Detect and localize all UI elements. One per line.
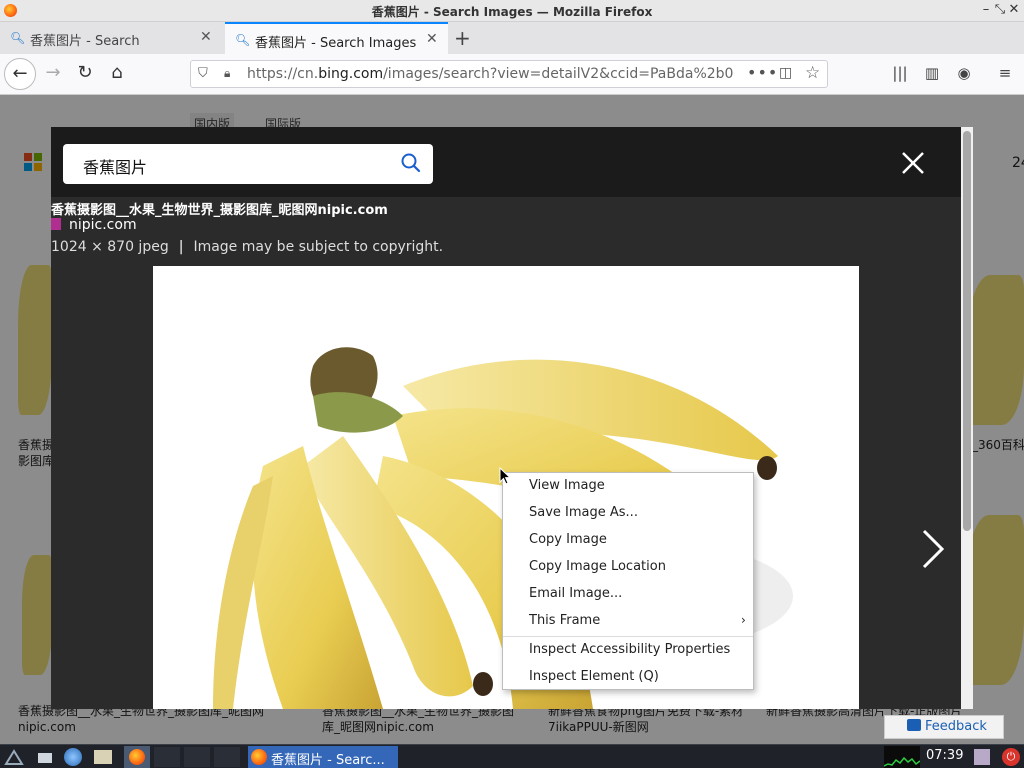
modal-search-input[interactable]: 香蕉图片: [63, 144, 433, 184]
new-tab-button[interactable]: +: [454, 26, 471, 50]
clock: 07:39: [926, 748, 964, 763]
power-icon[interactable]: ⏻: [1002, 748, 1020, 766]
menu-item-label: Save Image As...: [529, 505, 638, 520]
tray-icon[interactable]: [974, 749, 990, 765]
pocket-icon[interactable]: ◫: [779, 65, 792, 81]
tab-search[interactable]: 🔍︎ 香蕉图片 - Search ✕: [0, 22, 224, 54]
sidebar-icon[interactable]: ▥: [921, 64, 943, 82]
site-favicon-icon: [51, 218, 61, 230]
menu-item-label: Inspect Accessibility Properties: [529, 642, 731, 657]
menu-item-label: Copy Image Location: [529, 559, 666, 574]
home-button[interactable]: ⌂: [105, 62, 129, 83]
menu-item-label: Email Image...: [529, 586, 623, 601]
close-tab-icon[interactable]: ✕: [200, 29, 212, 45]
system-taskbar: 香蕉图片 - Searc... 07:39 ⏻: [0, 744, 1024, 768]
url-text[interactable]: https://cn.bing.com/images/search?view=d…: [247, 66, 747, 82]
window-title: 香蕉图片 - Search Images — Mozilla Firefox: [371, 5, 653, 19]
url-bar[interactable]: ⛉ 🔒︎ https://cn.bing.com/images/search?v…: [190, 60, 828, 88]
lock-icon[interactable]: 🔒︎: [224, 66, 230, 81]
menu-item-label: View Image: [529, 478, 605, 493]
task-label: 香蕉图片 - Searc...: [271, 753, 385, 768]
mouse-cursor-icon: [499, 467, 511, 485]
menu-item-label: This Frame: [529, 613, 601, 628]
menu-item-copy-image[interactable]: Copy Image: [503, 527, 753, 554]
app-launcher-icon[interactable]: [4, 747, 24, 767]
forward-button[interactable]: →: [41, 62, 65, 83]
window-titlebar: 香蕉图片 - Search Images — Mozilla Firefox –…: [0, 0, 1024, 22]
reload-button[interactable]: ↻: [73, 62, 97, 83]
library-icon[interactable]: |||: [889, 64, 911, 82]
feedback-button[interactable]: Feedback: [884, 715, 1004, 739]
close-icon[interactable]: [897, 147, 929, 179]
navigation-toolbar: ← → ↻ ⌂ ⛉ 🔒︎ https://cn.bing.com/images/…: [0, 54, 1024, 95]
vertical-scrollbar[interactable]: [961, 127, 973, 709]
web-browser-icon[interactable]: [64, 748, 82, 766]
workspace-1[interactable]: [154, 747, 180, 767]
show-desktop-icon[interactable]: [38, 753, 52, 763]
close-window-icon[interactable]: ✕: [1006, 2, 1022, 17]
workspace-2[interactable]: [184, 747, 210, 767]
image-dimensions: 1024 × 870 jpeg: [51, 239, 169, 255]
menu-icon[interactable]: ≡: [994, 64, 1016, 82]
copyright-notice: Image may be subject to copyright.: [193, 239, 444, 255]
search-icon: 🔍︎: [235, 33, 251, 47]
menu-item-inspect-accessibility[interactable]: Inspect Accessibility Properties: [503, 637, 753, 664]
tab-strip: 🔍︎ 香蕉图片 - Search ✕ 🔍︎ 香蕉图片 - Search Imag…: [0, 22, 1024, 54]
search-icon: 🔍︎: [10, 31, 26, 45]
image-info: 1024 × 870 jpeg | Image may be subject to …: [51, 239, 443, 255]
image-title[interactable]: 香蕉摄影图__水果_生物世界_摄影图库_昵图网nipic.com: [51, 199, 388, 218]
tracking-shield-icon[interactable]: ⛉: [198, 66, 208, 81]
firefox-launcher[interactable]: [124, 746, 150, 768]
search-query-text[interactable]: 香蕉图片: [83, 154, 147, 178]
close-tab-icon[interactable]: ✕: [426, 31, 438, 47]
menu-item-copy-image-location[interactable]: Copy Image Location: [503, 554, 753, 581]
tab-label: 香蕉图片 - Search Images: [255, 36, 417, 51]
info-separator: |: [178, 239, 184, 255]
search-icon[interactable]: [399, 151, 423, 175]
bookmark-star-icon[interactable]: ☆: [805, 63, 820, 83]
workspace-3[interactable]: [214, 747, 240, 767]
taskbar-firefox-window[interactable]: 香蕉图片 - Searc...: [248, 746, 398, 768]
tab-label: 香蕉图片 - Search: [30, 34, 140, 49]
scrollbar-thumb[interactable]: [963, 131, 971, 531]
firefox-icon: [129, 749, 145, 765]
feedback-label: Feedback: [925, 719, 987, 734]
cpu-monitor-graph: [883, 746, 921, 768]
menu-item-view-image[interactable]: View Image: [503, 473, 753, 500]
next-image-icon[interactable]: [916, 527, 948, 571]
chat-bubble-icon: [907, 719, 921, 731]
menu-item-inspect-element[interactable]: Inspect Element (Q): [503, 664, 753, 691]
account-icon[interactable]: ◉: [953, 64, 975, 82]
file-manager-icon[interactable]: [94, 750, 112, 764]
back-button[interactable]: ←: [4, 58, 36, 90]
menu-item-email-image[interactable]: Email Image...: [503, 581, 753, 608]
site-name[interactable]: nipic.com: [69, 217, 137, 233]
menu-item-label: Inspect Element (Q): [529, 669, 659, 684]
menu-item-label: Copy Image: [529, 532, 607, 547]
submenu-arrow-icon: ›: [741, 613, 746, 627]
cpu-graph-icon: [883, 756, 921, 767]
context-menu: View Image Save Image As... Copy Image C…: [502, 472, 754, 690]
menu-item-save-image-as[interactable]: Save Image As...: [503, 500, 753, 527]
firefox-icon: [251, 749, 267, 765]
menu-item-this-frame[interactable]: This Frame ›: [503, 608, 753, 635]
source-site-link[interactable]: nipic.com: [51, 217, 137, 233]
page-actions-icon[interactable]: •••: [747, 63, 778, 82]
tab-search-images[interactable]: 🔍︎ 香蕉图片 - Search Images ✕: [225, 22, 448, 54]
